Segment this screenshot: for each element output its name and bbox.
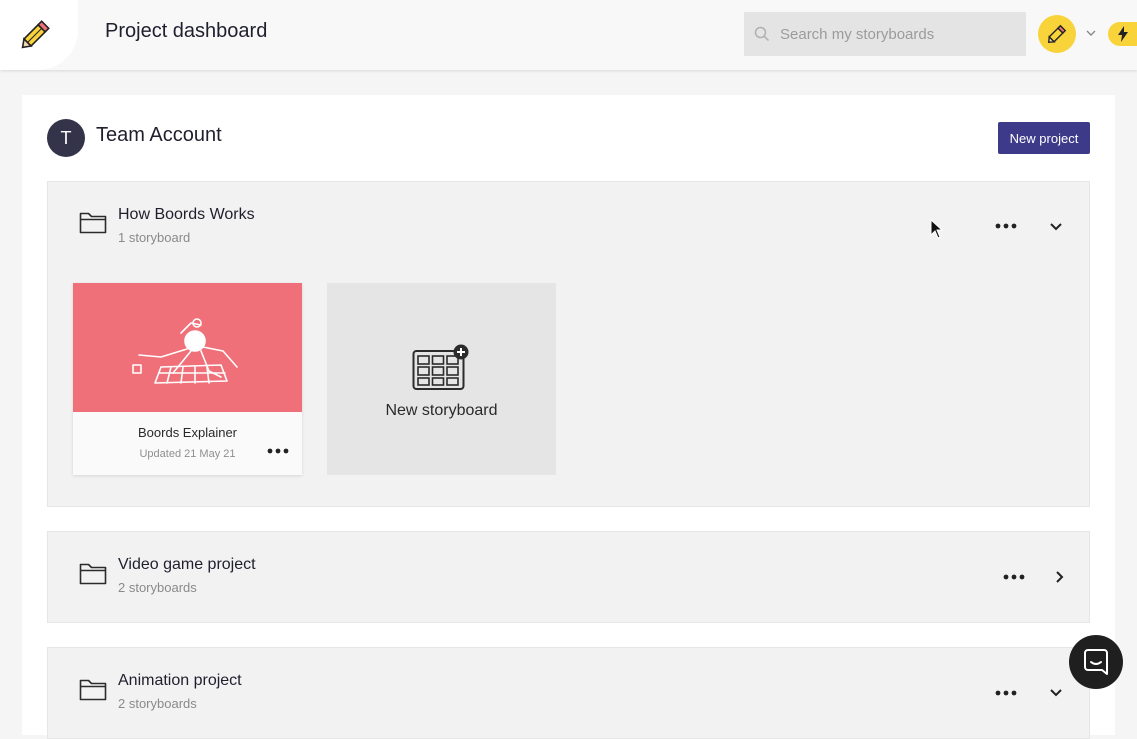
folder-icon (79, 212, 107, 234)
storyboard-add-icon (412, 344, 469, 390)
new-storyboard-label: New storyboard (385, 402, 498, 419)
project-count: 2 storyboards (118, 696, 197, 711)
project-name[interactable]: How Boords Works (118, 206, 255, 224)
search-bar[interactable] (744, 12, 1026, 56)
project-name[interactable]: Video game project (118, 556, 256, 574)
new-project-button[interactable]: New project (998, 122, 1090, 154)
search-icon (754, 26, 770, 42)
chat-icon (1084, 649, 1108, 675)
chevron-right-icon[interactable] (1055, 570, 1064, 584)
pencil-icon (1047, 24, 1067, 44)
storyboard-thumbnail[interactable] (73, 283, 302, 412)
page-title: Project dashboard (105, 20, 268, 42)
more-options-icon[interactable] (267, 448, 289, 454)
logo[interactable] (0, 0, 78, 70)
storyboard-card[interactable]: Boords Explainer Updated 21 May 21 (73, 283, 302, 475)
illustration-icon (132, 318, 238, 384)
storyboard-title[interactable]: Boords Explainer (73, 425, 302, 440)
upgrade-badge[interactable] (1108, 22, 1137, 46)
more-options-icon[interactable] (995, 223, 1017, 229)
folder-icon (79, 563, 107, 585)
project-count: 1 storyboard (118, 230, 191, 245)
more-options-icon[interactable] (995, 690, 1017, 696)
team-name: Team Account (96, 124, 222, 146)
mouse-cursor-icon (930, 219, 944, 239)
chat-launcher-button[interactable] (1069, 635, 1123, 689)
new-storyboard-button[interactable]: New storyboard (327, 283, 556, 475)
search-input[interactable] (780, 12, 1020, 56)
chevron-down-icon[interactable] (1049, 688, 1063, 697)
project-count: 2 storyboards (118, 580, 197, 595)
user-avatar[interactable] (1038, 15, 1076, 53)
chevron-down-icon[interactable] (1049, 222, 1063, 231)
team-avatar: T (47, 119, 85, 157)
pencil-icon (21, 20, 50, 49)
project-video-game[interactable]: Video game project 2 storyboards (47, 531, 1090, 623)
project-animation[interactable]: Animation project 2 storyboards (47, 647, 1090, 739)
project-name[interactable]: Animation project (118, 672, 242, 690)
bolt-icon (1118, 26, 1128, 42)
folder-icon (79, 679, 107, 701)
chevron-down-icon[interactable] (1086, 29, 1096, 37)
more-options-icon[interactable] (1003, 574, 1025, 580)
top-header: Project dashboard (0, 0, 1137, 70)
